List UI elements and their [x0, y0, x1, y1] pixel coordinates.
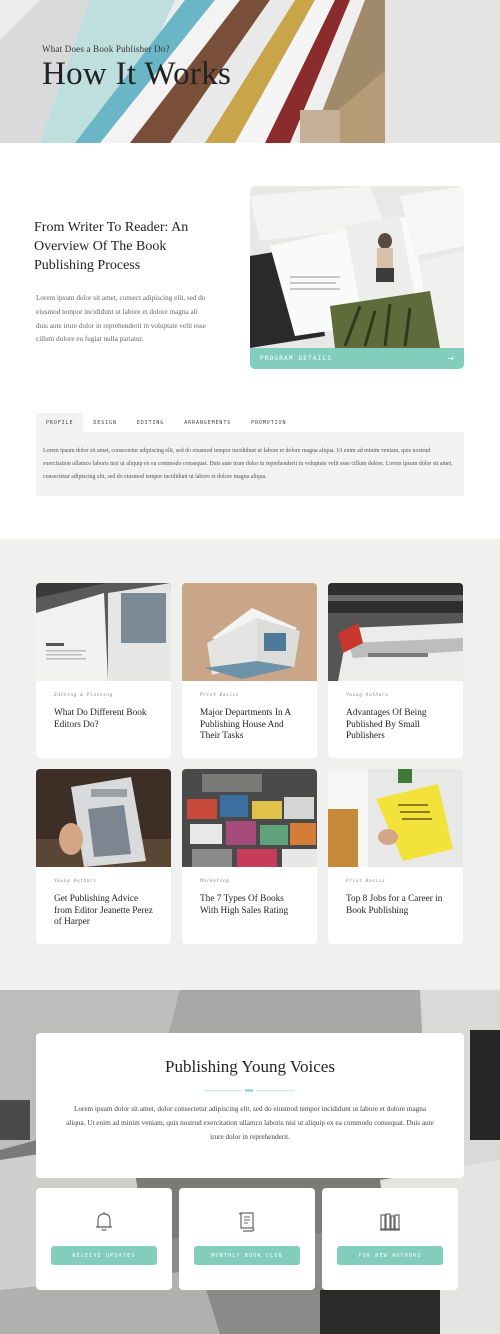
tab-panel-content: Lorem ipsum dolor sit amet, consectetur … — [36, 432, 464, 496]
receive-updates-button[interactable]: RECEIVE UPDATES — [51, 1246, 157, 1265]
for-new-authors-label: FOR NEW AUTHORS — [358, 1252, 422, 1259]
voices-divider — [204, 1089, 294, 1092]
article-image — [328, 769, 463, 867]
article-image — [182, 583, 317, 681]
page-title: How It Works — [42, 56, 232, 92]
intro-body: Lorem ipsum dolor sit amet, consect adip… — [36, 294, 206, 344]
bell-icon — [96, 1212, 112, 1232]
feature-image — [250, 186, 464, 348]
article-category: Marketing — [200, 879, 230, 884]
article-image — [36, 769, 171, 867]
tab-editing[interactable]: EDITING — [127, 413, 174, 432]
article-image — [182, 769, 317, 867]
article-category: Young Authors — [54, 879, 97, 884]
tab-profile[interactable]: PROFILE — [36, 413, 84, 432]
article-card[interactable]: Young Authors Get Publishing Advice from… — [36, 769, 171, 944]
action-card-updates: RECEIVE UPDATES — [36, 1188, 172, 1290]
program-details-button[interactable]: PROGRAM DETAILS → — [250, 348, 464, 369]
voices-body: Lorem ipsum dolor sit amet, dolor consec… — [66, 1105, 434, 1141]
voices-title: Publishing Young Voices — [165, 1057, 335, 1076]
intro-title: From Writer To Reader: An Overview Of Th… — [34, 220, 189, 273]
tab-arrangements[interactable]: ARRANGEMENTS — [174, 413, 241, 432]
scroll-icon — [238, 1212, 255, 1232]
article-card[interactable]: Print Basics Top 8 Jobs for a Career in … — [328, 769, 463, 944]
magazine-spread-image — [250, 186, 464, 348]
article-title[interactable]: What Do Different Book Editors Do? — [54, 708, 158, 731]
article-category: Young Authors — [346, 693, 389, 698]
arrow-right-icon: → — [447, 354, 454, 363]
hero-kicker: What Does a Book Publisher Do? — [42, 44, 170, 54]
article-card[interactable]: Marketing The 7 Types Of Books With High… — [182, 769, 317, 944]
article-title[interactable]: Major Departments In A Publishing House … — [200, 708, 304, 743]
article-card[interactable]: Young Authors Advantages Of Being Publis… — [328, 583, 463, 758]
article-category: Print Basics — [346, 879, 386, 884]
article-card[interactable]: Print Basics Major Departments In A Publ… — [182, 583, 317, 758]
receive-updates-label: RECEIVE UPDATES — [72, 1252, 136, 1259]
action-card-new-authors: FOR NEW AUTHORS — [322, 1188, 458, 1290]
article-card[interactable]: Editing & Planning What Do Different Boo… — [36, 583, 171, 758]
article-title[interactable]: The 7 Types Of Books With High Sales Rat… — [200, 894, 304, 917]
article-title[interactable]: Advantages Of Being Published By Small P… — [346, 708, 450, 743]
article-image — [36, 583, 171, 681]
action-card-book-club: MONTHLY BOOK CLUB — [179, 1188, 315, 1290]
tab-promotion[interactable]: PROMOTION — [241, 413, 296, 432]
article-image — [328, 583, 463, 681]
voices-card: Publishing Young Voices Lorem ipsum dolo… — [36, 1033, 464, 1178]
for-new-authors-button[interactable]: FOR NEW AUTHORS — [337, 1246, 443, 1265]
books-icon — [380, 1213, 400, 1231]
article-title[interactable]: Top 8 Jobs for a Career in Book Publishi… — [346, 894, 450, 917]
hero-text: What Does a Book Publisher Do? How It Wo… — [42, 44, 231, 93]
article-category: Print Basics — [200, 693, 240, 698]
article-category: Editing & Planning — [54, 693, 113, 698]
program-details-label: PROGRAM DETAILS — [260, 355, 333, 362]
article-title[interactable]: Get Publishing Advice from Editor Jeanet… — [54, 894, 158, 929]
tab-bar: PROFILE DESIGN EDITING ARRANGEMENTS PROM… — [36, 413, 296, 432]
tab-design[interactable]: DESIGN — [83, 413, 126, 432]
hero-banner: What Does a Book Publisher Do? How It Wo… — [0, 0, 500, 143]
monthly-book-club-button[interactable]: MONTHLY BOOK CLUB — [194, 1246, 300, 1265]
monthly-book-club-label: MONTHLY BOOK CLUB — [211, 1252, 283, 1259]
